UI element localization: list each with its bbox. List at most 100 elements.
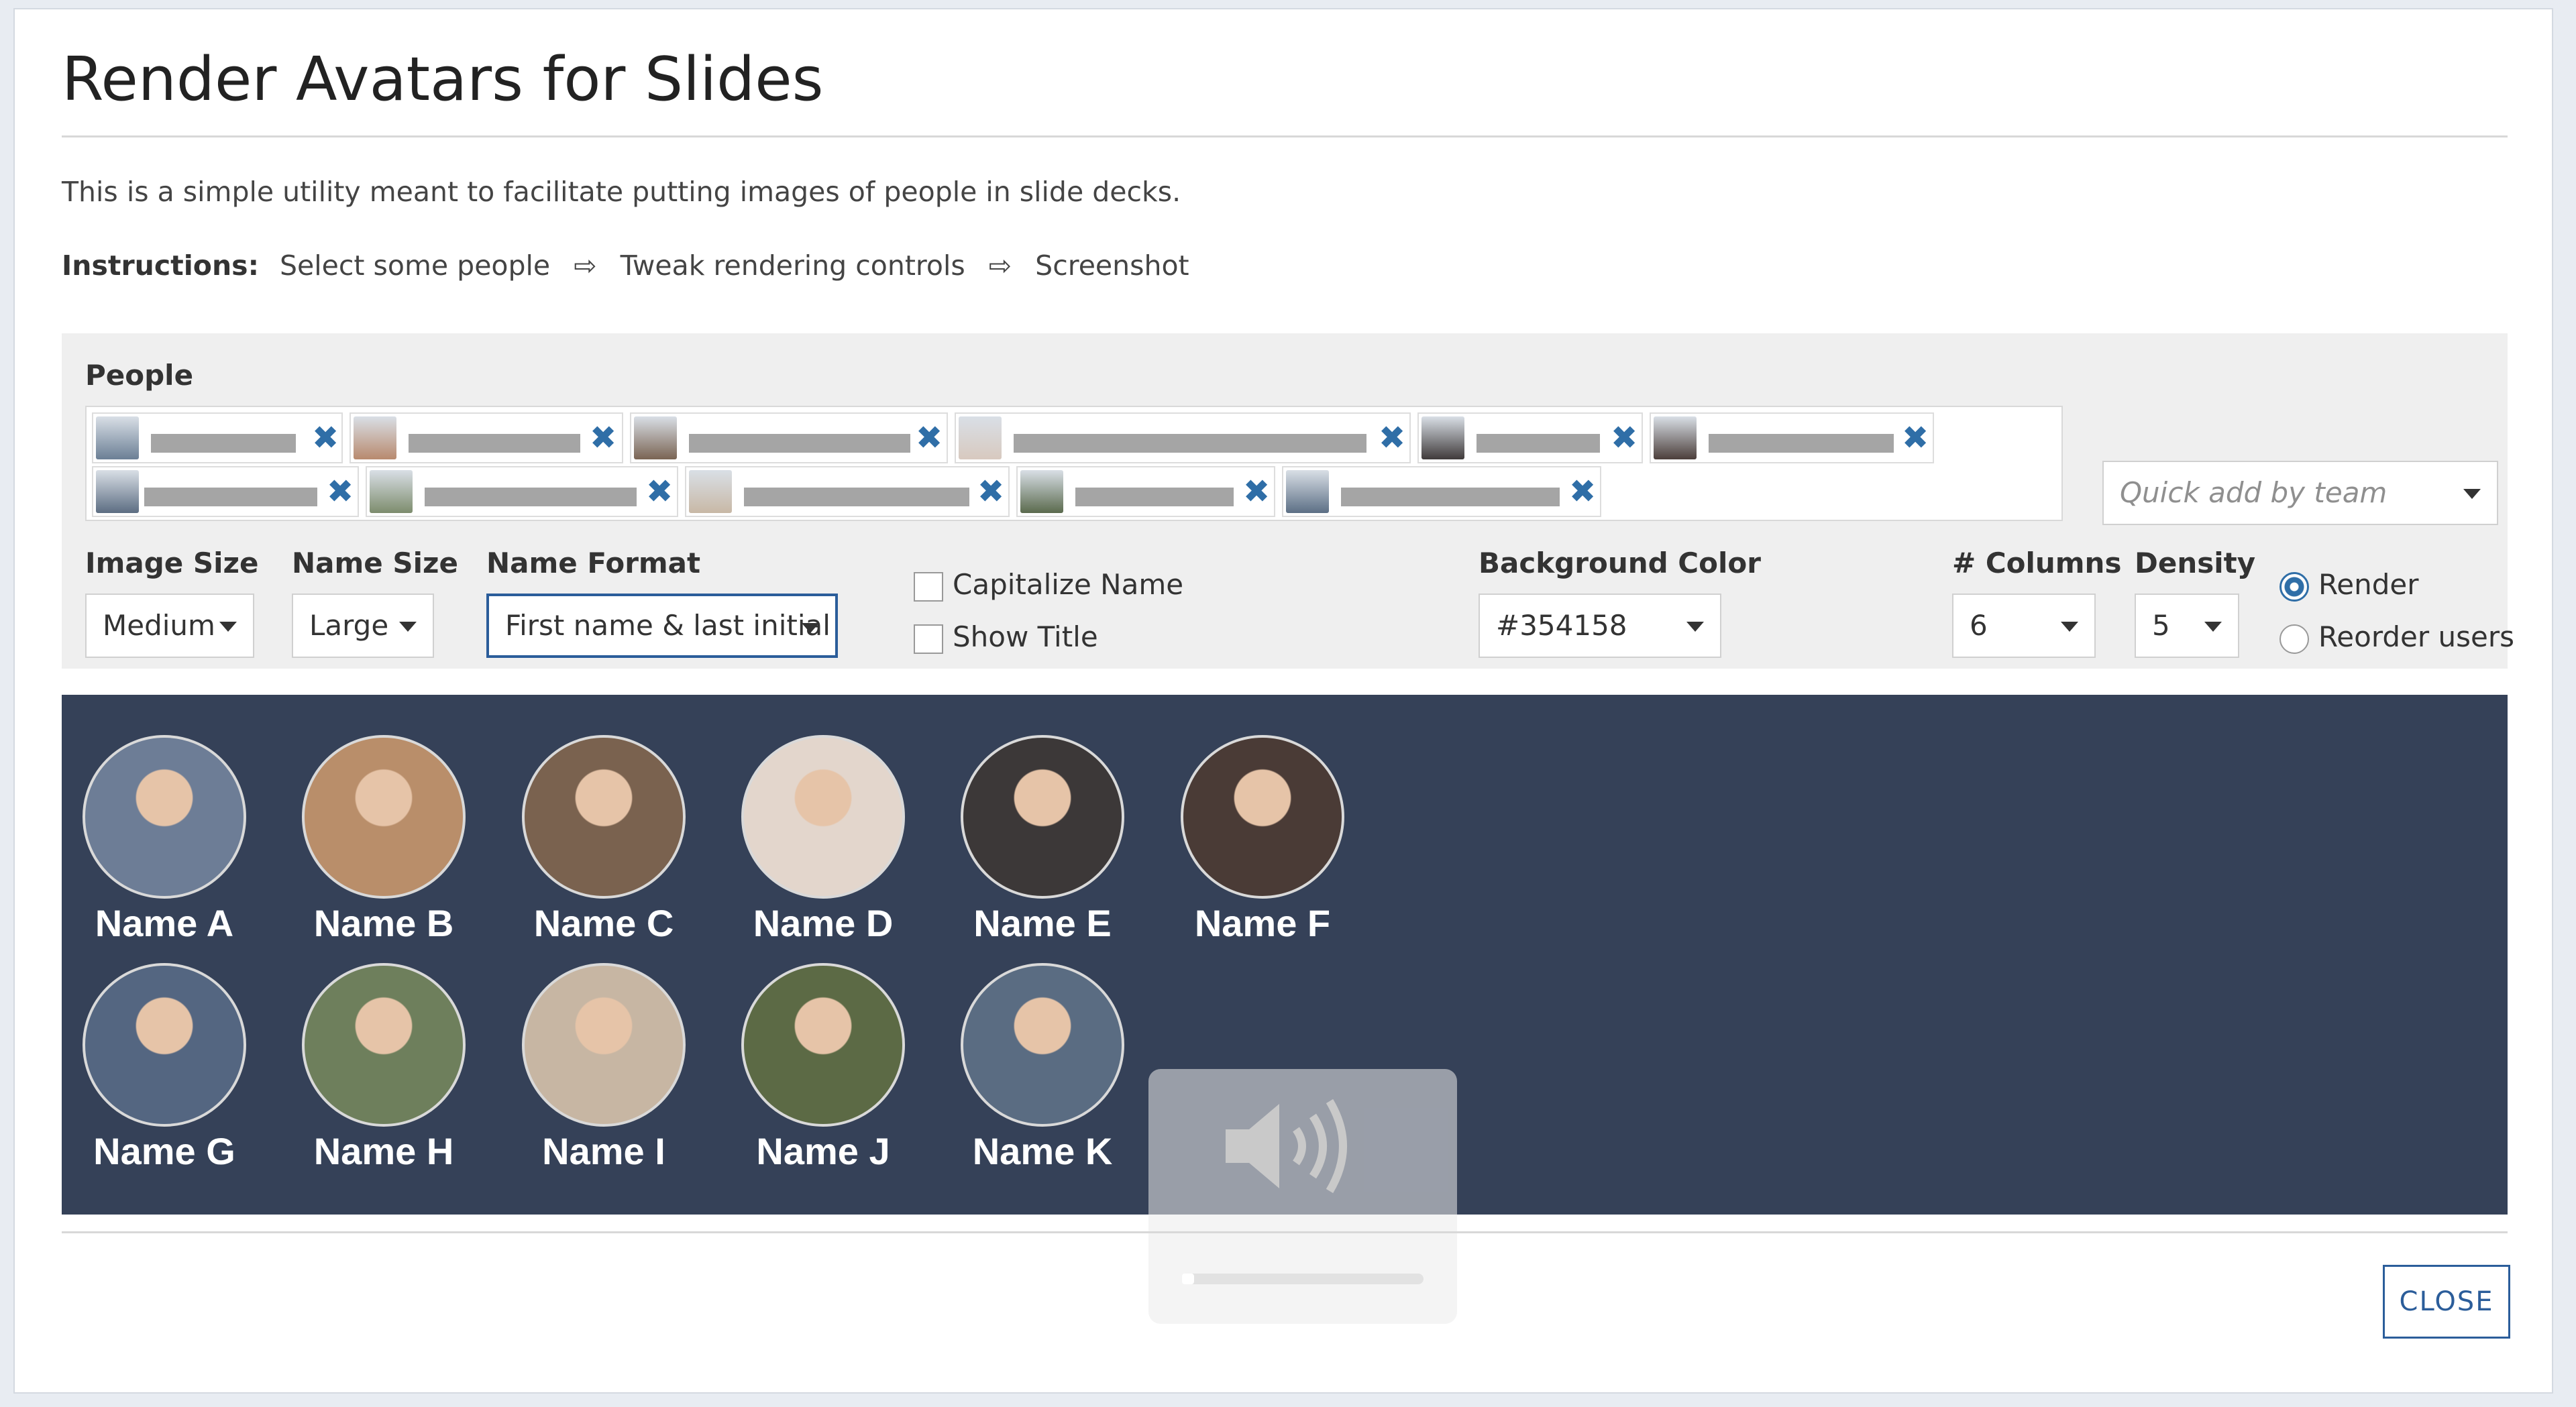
redacted-name <box>144 488 317 506</box>
checkbox-box[interactable] <box>914 624 943 654</box>
name-format-label: Name Format <box>486 547 701 579</box>
person-chip: ✖ <box>685 466 1010 517</box>
chevron-down-icon <box>2463 489 2481 499</box>
remove-icon[interactable]: ✖ <box>1611 416 1638 459</box>
avatar-name: Name H <box>313 1130 454 1172</box>
avatar-name: Name B <box>313 902 454 944</box>
chevron-down-icon <box>2204 622 2222 632</box>
people-selector[interactable]: ✖ ✖ ✖ ✖ ✖ ✖ ✖ ✖ ✖ ✖ ✖ <box>85 406 2063 521</box>
controls-panel: People ✖ ✖ ✖ ✖ ✖ ✖ ✖ ✖ ✖ ✖ ✖ Quick add b… <box>62 333 2514 669</box>
columns-select[interactable]: 6 <box>1952 594 2096 658</box>
avatar <box>354 416 396 459</box>
instructions-label: Instructions: <box>62 249 259 282</box>
remove-icon[interactable]: ✖ <box>977 470 1004 513</box>
person-chip: ✖ <box>366 466 678 517</box>
name-format-value: First name & last initial <box>505 609 830 642</box>
remove-icon[interactable]: ✖ <box>327 470 354 513</box>
arrow-right-icon: ⇨ <box>988 249 1012 282</box>
capitalize-name-checkbox[interactable]: Capitalize Name <box>914 568 1263 608</box>
show-title-checkbox[interactable]: Show Title <box>914 620 1263 661</box>
image-size-select[interactable]: Medium <box>85 594 254 658</box>
name-size-select[interactable]: Large <box>292 594 434 658</box>
redacted-name <box>409 434 580 453</box>
person-chip: ✖ <box>350 412 623 463</box>
person-chip: ✖ <box>92 466 359 517</box>
render-radio[interactable]: Render <box>2279 568 2501 608</box>
people-label: People <box>85 359 194 392</box>
person-chip: ✖ <box>1282 466 1601 517</box>
avatar <box>959 416 1002 459</box>
instruction-step-1: Select some people <box>280 249 551 282</box>
avatar <box>302 963 466 1127</box>
remove-icon[interactable]: ✖ <box>1379 416 1405 459</box>
remove-icon[interactable]: ✖ <box>590 416 616 459</box>
arrow-right-icon: ⇨ <box>574 249 597 282</box>
show-title-label: Show Title <box>953 620 1098 653</box>
chevron-down-icon <box>2061 622 2078 632</box>
instruction-step-2: Tweak rendering controls <box>620 249 965 282</box>
reorder-users-radio[interactable]: Reorder users <box>2279 620 2514 661</box>
avatar-name: Name E <box>973 902 1112 944</box>
density-label: Density <box>2135 547 2256 579</box>
remove-icon[interactable]: ✖ <box>1243 470 1270 513</box>
avatar-name: Name D <box>753 902 894 944</box>
avatar <box>1654 416 1697 459</box>
person-chip: ✖ <box>1016 466 1275 517</box>
columns-label: # Columns <box>1952 547 2122 579</box>
radio-unselected[interactable] <box>2279 624 2309 654</box>
avatar <box>689 470 732 513</box>
reorder-users-label: Reorder users <box>2318 620 2514 653</box>
density-select[interactable]: 5 <box>2135 594 2239 658</box>
avatar <box>522 735 686 899</box>
avatar-name: Name C <box>533 902 674 944</box>
description-text: This is a simple utility meant to facili… <box>62 176 1181 208</box>
chevron-down-icon <box>399 622 417 632</box>
background-color-select[interactable]: #354158 <box>1479 594 1721 658</box>
remove-icon[interactable]: ✖ <box>646 470 673 513</box>
chevron-down-icon <box>219 622 237 632</box>
speaker-icon <box>1182 1099 1424 1284</box>
quick-add-team-select[interactable]: Quick add by team <box>2102 461 2498 525</box>
avatar <box>1020 470 1063 513</box>
remove-icon[interactable]: ✖ <box>312 416 339 459</box>
checkbox-box[interactable] <box>914 572 943 602</box>
person-chip: ✖ <box>1417 412 1643 463</box>
avatar <box>96 416 139 459</box>
person-chip: ✖ <box>1650 412 1934 463</box>
redacted-name <box>744 488 969 506</box>
redacted-name <box>1477 434 1600 453</box>
footer-divider <box>62 1231 2508 1233</box>
avatar-name: Name A <box>95 902 234 944</box>
image-size-value: Medium <box>103 609 215 642</box>
redacted-name <box>689 434 910 453</box>
avatar <box>961 963 1124 1127</box>
avatar <box>96 470 139 513</box>
remove-icon[interactable]: ✖ <box>1902 416 1929 459</box>
radio-selected[interactable] <box>2279 572 2309 602</box>
avatar-name: Name G <box>93 1130 235 1172</box>
avatar <box>83 735 246 899</box>
dialog-title: Render Avatars for Slides <box>62 44 824 115</box>
avatar <box>741 963 905 1127</box>
person-chip: ✖ <box>955 412 1411 463</box>
density-value: 5 <box>2152 609 2170 642</box>
remove-icon[interactable]: ✖ <box>1569 470 1596 513</box>
redacted-name <box>151 434 296 453</box>
instructions: Instructions: Select some people ⇨ Tweak… <box>62 249 1189 282</box>
redacted-name <box>425 488 637 506</box>
redacted-name <box>1341 488 1560 506</box>
avatar <box>1286 470 1329 513</box>
background-color-label: Background Color <box>1479 547 1761 579</box>
redacted-name <box>1014 434 1366 453</box>
remove-icon[interactable]: ✖ <box>916 416 943 459</box>
name-format-select[interactable]: First name & last initial <box>486 594 838 658</box>
capitalize-name-label: Capitalize Name <box>953 568 1184 601</box>
image-size-label: Image Size <box>85 547 259 579</box>
redacted-name <box>1075 488 1234 506</box>
avatar-name: Name K <box>972 1130 1113 1172</box>
columns-value: 6 <box>1970 609 1988 642</box>
avatar <box>1421 416 1464 459</box>
quick-add-placeholder: Quick add by team <box>2120 476 2387 509</box>
close-button[interactable]: CLOSE <box>2383 1265 2510 1339</box>
avatar <box>634 416 677 459</box>
